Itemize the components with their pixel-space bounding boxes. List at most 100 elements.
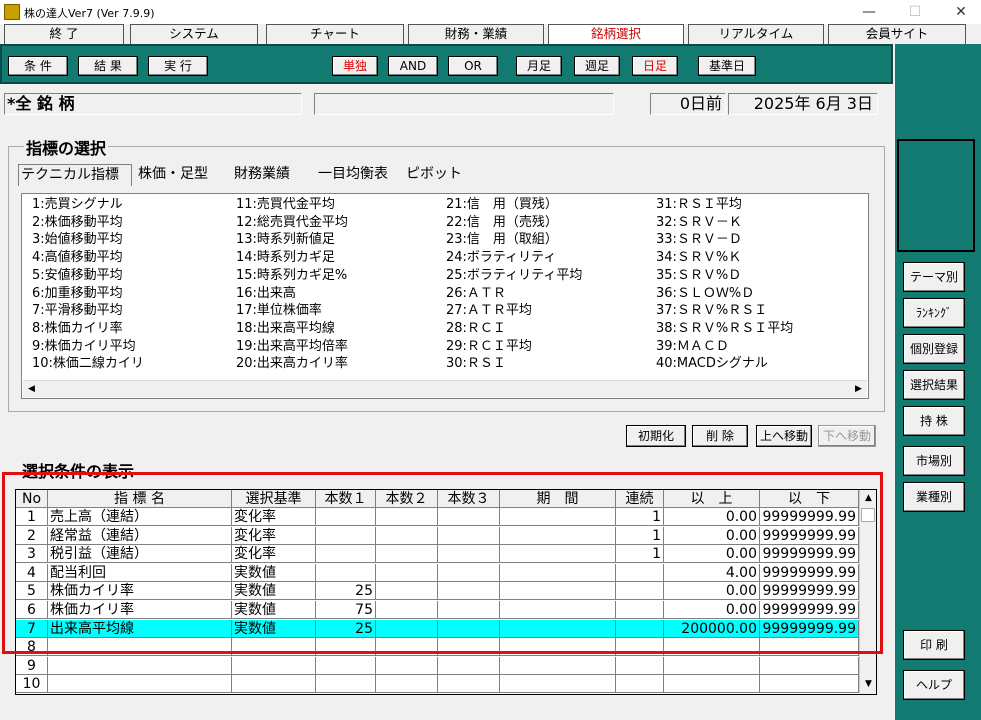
result-button[interactable]: 結 果 <box>78 56 138 76</box>
menu-system[interactable]: システム <box>130 24 258 44</box>
cell-consecutive[interactable] <box>616 563 664 582</box>
cell-indicator[interactable]: 経常益（連結） <box>48 526 232 545</box>
cell-count3[interactable] <box>438 508 500 526</box>
cell-count3[interactable] <box>438 638 500 657</box>
menu-realtime[interactable]: リアルタイム <box>688 24 824 44</box>
cell-no[interactable]: 8 <box>16 638 48 657</box>
indicator-item[interactable]: 5:安値移動平均 <box>32 267 144 285</box>
ranking-button[interactable]: ﾗﾝｷﾝｸﾞ <box>903 298 965 328</box>
cell-no[interactable]: 5 <box>16 582 48 601</box>
cell-count1[interactable]: 25 <box>316 619 376 638</box>
cell-indicator[interactable]: 売上高（連結） <box>48 508 232 526</box>
cell-period[interactable] <box>500 508 616 526</box>
table-row[interactable]: 4 配当利回 実数値 4.00 99999999.99 <box>16 563 859 582</box>
cell-max[interactable] <box>760 656 859 675</box>
indicator-item[interactable]: 2:株価移動平均 <box>32 214 144 232</box>
cell-consecutive[interactable] <box>616 638 664 657</box>
menu-stock-selection[interactable]: 銘柄選択 <box>548 24 684 44</box>
scroll-right-icon[interactable]: ▶ <box>850 381 867 397</box>
monthly-button[interactable]: 月足 <box>516 56 562 76</box>
indicator-item[interactable]: 13:時系列新値足 <box>236 231 348 249</box>
cell-no[interactable]: 9 <box>16 656 48 675</box>
cell-count2[interactable] <box>376 638 438 657</box>
cell-no[interactable]: 4 <box>16 563 48 582</box>
cell-count1[interactable] <box>316 675 376 694</box>
cell-min[interactable] <box>664 656 760 675</box>
indicator-item[interactable]: 28:ＲＣＩ <box>446 320 582 338</box>
indicator-item[interactable]: 21:信 用（買残） <box>446 196 582 214</box>
indicator-item[interactable]: 17:単位株価率 <box>236 302 348 320</box>
theme-button[interactable]: テーマ別 <box>903 262 965 292</box>
cell-count2[interactable] <box>376 545 438 564</box>
scroll-up-icon[interactable]: ▲ <box>860 490 876 506</box>
indicator-item[interactable]: 15:時系列カギ足% <box>236 267 348 285</box>
cell-no[interactable]: 10 <box>16 675 48 694</box>
cell-max[interactable]: 99999999.99 <box>760 601 859 619</box>
move-up-button[interactable]: 上へ移動 <box>756 425 812 447</box>
cell-no[interactable]: 2 <box>16 526 48 545</box>
cell-criteria[interactable]: 実数値 <box>232 563 316 582</box>
cell-count3[interactable] <box>438 563 500 582</box>
indicator-item[interactable]: 9:株価カイリ平均 <box>32 338 144 356</box>
cell-criteria[interactable]: 実数値 <box>232 601 316 619</box>
indicator-item[interactable]: 29:ＲＣＩ平均 <box>446 338 582 356</box>
table-row[interactable]: 1 売上高（連結） 変化率 1 0.00 99999999.99 <box>16 508 859 526</box>
cell-count1[interactable]: 25 <box>316 582 376 601</box>
tab-technical[interactable]: テクニカル指標 <box>18 164 132 186</box>
initialize-button[interactable]: 初期化 <box>626 425 686 447</box>
maximize-button[interactable]: ☐ <box>892 0 938 24</box>
cell-criteria[interactable] <box>232 638 316 657</box>
cell-min[interactable]: 0.00 <box>664 545 760 564</box>
indicator-item[interactable]: 36:ＳＬＯＷ%Ｄ <box>656 285 793 303</box>
cell-period[interactable] <box>500 526 616 545</box>
cell-consecutive[interactable]: 1 <box>616 508 664 526</box>
cell-count2[interactable] <box>376 582 438 601</box>
cell-consecutive[interactable] <box>616 582 664 601</box>
cell-consecutive[interactable] <box>616 601 664 619</box>
indicator-item[interactable]: 11:売買代金平均 <box>236 196 348 214</box>
indicator-item[interactable]: 34:ＳＲＶ%Ｋ <box>656 249 793 267</box>
indicator-item[interactable]: 35:ＳＲＶ%Ｄ <box>656 267 793 285</box>
cell-no[interactable]: 3 <box>16 545 48 564</box>
cell-count2[interactable] <box>376 601 438 619</box>
print-button[interactable]: 印 刷 <box>903 630 965 660</box>
cell-consecutive[interactable] <box>616 675 664 694</box>
cell-criteria[interactable] <box>232 656 316 675</box>
and-button[interactable]: AND <box>388 56 438 76</box>
cell-indicator[interactable] <box>48 638 232 657</box>
cell-max[interactable]: 99999999.99 <box>760 526 859 545</box>
cell-count3[interactable] <box>438 619 500 638</box>
indicator-item[interactable]: 23:信 用（取組） <box>446 231 582 249</box>
cell-count3[interactable] <box>438 582 500 601</box>
daily-button[interactable]: 日足 <box>632 56 678 76</box>
base-date-button[interactable]: 基準日 <box>698 56 756 76</box>
cell-max[interactable]: 99999999.99 <box>760 545 859 564</box>
indicator-item[interactable]: 26:ＡＴＲ <box>446 285 582 303</box>
table-row[interactable]: 7 出来高平均線 実数値 25 200000.00 99999999.99 <box>16 619 859 638</box>
cell-count2[interactable] <box>376 563 438 582</box>
cell-criteria[interactable]: 変化率 <box>232 526 316 545</box>
cell-min[interactable]: 0.00 <box>664 601 760 619</box>
tab-pivot[interactable]: ピボット <box>404 164 482 186</box>
scroll-thumb[interactable] <box>861 508 875 522</box>
horizontal-scrollbar[interactable]: ◀ ▶ <box>23 380 867 397</box>
indicator-list[interactable]: 1:売買シグナル 2:株価移動平均 3:始値移動平均 4:高値移動平均 5:安値移動平均… <box>21 193 869 399</box>
condition-button[interactable]: 条 件 <box>8 56 68 76</box>
indicator-item[interactable]: 32:ＳＲＶ－Ｋ <box>656 214 793 232</box>
indicator-item[interactable]: 3:始値移動平均 <box>32 231 144 249</box>
indicator-item[interactable]: 14:時系列カギ足 <box>236 249 348 267</box>
cell-min[interactable]: 4.00 <box>664 563 760 582</box>
industry-button[interactable]: 業種別 <box>903 482 965 512</box>
cell-count1[interactable]: 75 <box>316 601 376 619</box>
cell-indicator[interactable]: 配当利回 <box>48 563 232 582</box>
cell-indicator[interactable] <box>48 675 232 694</box>
cell-min[interactable]: 0.00 <box>664 526 760 545</box>
single-button[interactable]: 単独 <box>332 56 378 76</box>
close-button[interactable]: ✕ <box>938 0 981 24</box>
cell-consecutive[interactable]: 1 <box>616 545 664 564</box>
cell-criteria[interactable] <box>232 675 316 694</box>
indicator-item[interactable]: 8:株価カイリ率 <box>32 320 144 338</box>
cell-indicator[interactable]: 税引益（連結） <box>48 545 232 564</box>
cell-indicator[interactable]: 株価カイリ率 <box>48 582 232 601</box>
indicator-item[interactable]: 19:出来高平均倍率 <box>236 338 348 356</box>
